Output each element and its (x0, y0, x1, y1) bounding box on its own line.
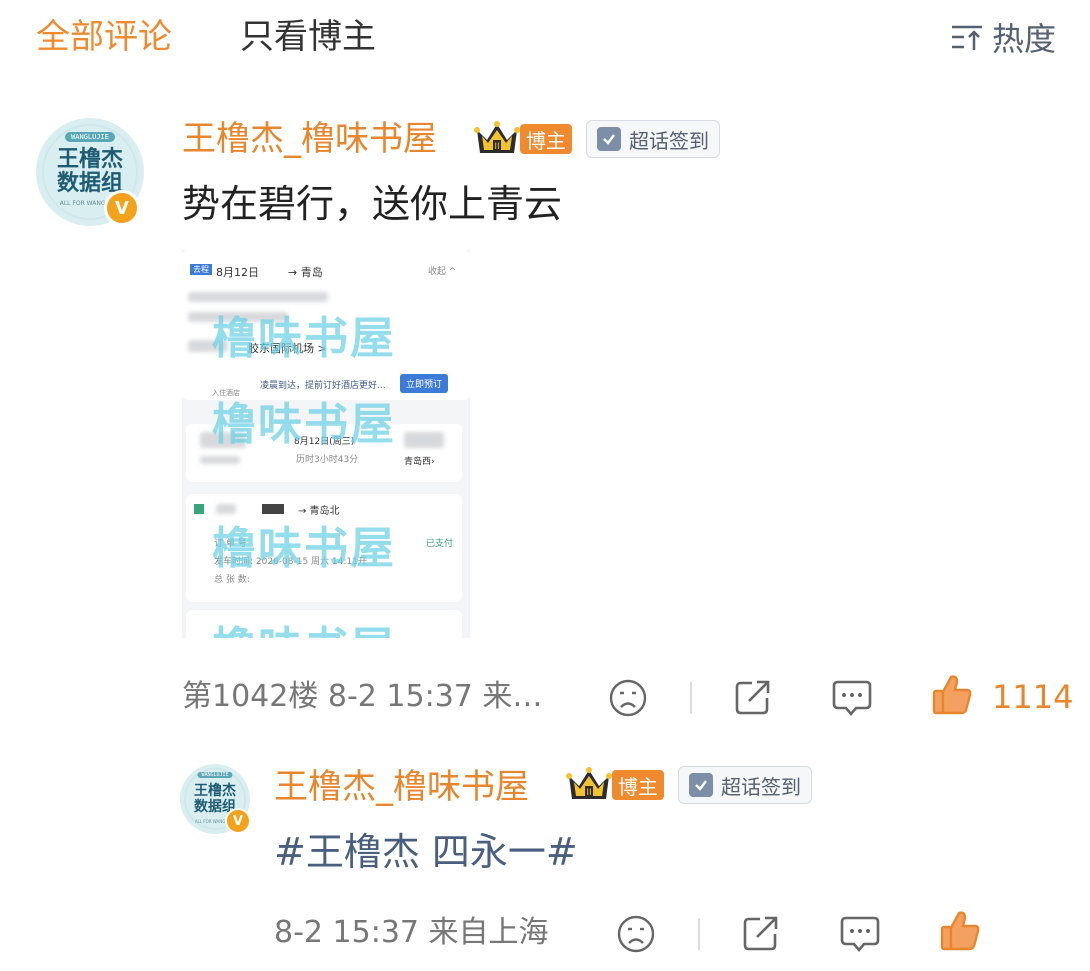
verified-badge: V (225, 808, 251, 834)
reply-username[interactable]: 王橹杰_橹味书屋 (274, 764, 529, 810)
sort-icon (951, 25, 982, 50)
crown-icon: II (474, 121, 520, 153)
watermark: 橹味书屋 (212, 523, 396, 574)
watermark: 橹味书屋 (212, 612, 396, 638)
topic-badge-label: 超话签到 (629, 128, 709, 153)
share-icon[interactable] (740, 912, 782, 954)
comment-icon[interactable] (838, 912, 882, 956)
svg-text:II: II (586, 788, 591, 798)
reply-meta: 8-2 15:37 来自上海 (274, 915, 549, 950)
topic-checkin-badge[interactable]: 超话签到 (586, 120, 720, 158)
avatar-name-line1: 王橹杰 (56, 147, 123, 172)
share-icon[interactable] (732, 676, 774, 718)
paid-status: 已支付 (426, 539, 454, 549)
avatar-tag: WANGLUJIE (197, 772, 233, 778)
trip-tag: 去程 (190, 264, 212, 275)
collapse-link: 收起 ^ (428, 267, 457, 277)
blogger-tag: 博主 (520, 124, 572, 154)
divider (698, 918, 700, 950)
tab-all-comments[interactable]: 全部评论 (36, 14, 172, 60)
watermark: 橹味书屋 (212, 313, 396, 364)
like-icon[interactable] (938, 908, 982, 954)
like-icon[interactable] (930, 672, 974, 718)
crown-icon: II (566, 767, 612, 799)
sad-face-icon[interactable] (608, 678, 648, 718)
comment-text: 势在碧行，送你上青云 (182, 182, 563, 226)
arrive-station: 青岛西› (404, 457, 435, 467)
check-icon (689, 773, 713, 797)
sort-label: 热度 (991, 20, 1056, 58)
trip-date: 8月12日 (216, 266, 259, 279)
sad-face-icon[interactable] (616, 914, 656, 954)
comment-image[interactable]: 去程 8月12日 → 青岛 收起 ^ 胶东国际机场 > 入住酒店 凌晨到达，提前… (182, 250, 470, 638)
like-count: 1114 (992, 678, 1074, 716)
check-icon (597, 127, 621, 151)
verified-badge: V (104, 190, 140, 226)
sort-button[interactable]: 热度 (950, 14, 1056, 60)
reply-hashtag[interactable]: #王橹杰 四永一# (274, 826, 578, 878)
watermark: 橹味书屋 (212, 399, 396, 450)
tab-blogger-only[interactable]: 只看博主 (240, 14, 376, 60)
avatar-tag: WANGLUJIE (65, 132, 115, 142)
svg-text:II: II (494, 142, 499, 152)
topic-checkin-badge[interactable]: 超话签到 (678, 766, 812, 804)
divider (690, 682, 692, 714)
trip-to: → 青岛 (288, 266, 323, 279)
blogger-tag: 博主 (612, 770, 664, 800)
train-duration: 历时3小时43分 (296, 455, 359, 465)
avatar-name-line1: 王橹杰 (194, 783, 236, 799)
comment-username[interactable]: 王橹杰_橹味书屋 (182, 116, 437, 162)
book-button: 立即预订 (400, 374, 449, 393)
topic-badge-label: 超话签到 (721, 774, 801, 799)
comment-meta: 第1042楼 8-2 15:37 来… (182, 679, 543, 714)
comment-icon[interactable] (830, 676, 874, 720)
